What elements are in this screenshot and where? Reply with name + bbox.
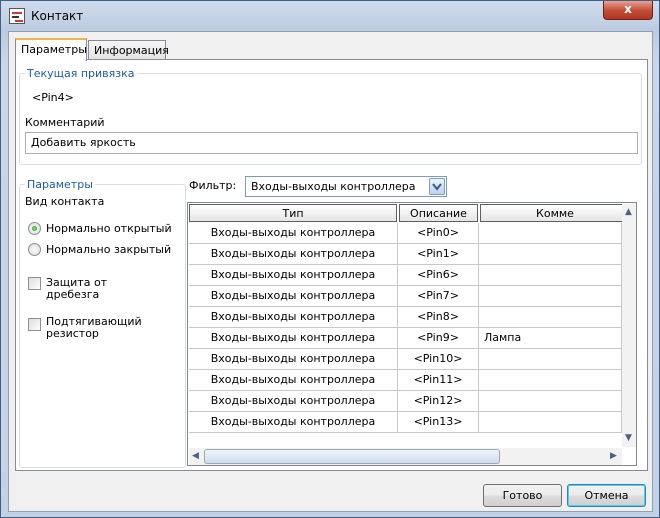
cell-type[interactable]: Входы-выходы контроллера [189, 265, 398, 286]
cell-comment[interactable]: Лампа [479, 328, 622, 349]
cell-type[interactable]: Входы-выходы контроллера [189, 307, 398, 328]
dialog-body: Параметры Информация Текущая привязка <P… [8, 31, 653, 512]
cell-description[interactable]: <Pin6> [398, 265, 479, 286]
contact-type-label: Вид контакта [25, 195, 105, 208]
parameters-group-title: Параметры [25, 178, 95, 191]
scroll-right-arrow-icon[interactable]: ▶ [610, 452, 617, 461]
column-header-comment[interactable]: Комме [480, 204, 630, 222]
comment-label: Комментарий [25, 116, 105, 129]
cancel-button[interactable]: Отмена [567, 484, 646, 507]
pins-table[interactable]: Тип Описание Комме Входы-выходы контролл… [187, 202, 637, 466]
normally-closed-radio[interactable] [28, 243, 41, 256]
table-row[interactable]: Входы-выходы контроллера <Pin7> [189, 286, 622, 307]
dropdown-button[interactable] [429, 178, 445, 195]
cell-comment[interactable] [479, 412, 622, 433]
cell-comment[interactable] [479, 265, 622, 286]
normally-open-label[interactable]: Нормально открытый [46, 223, 172, 235]
normally-closed-label[interactable]: Нормально закрытый [46, 244, 171, 256]
tab-information[interactable]: Информация [88, 40, 169, 61]
cell-type[interactable]: Входы-выходы контроллера [189, 286, 398, 307]
chevron-down-icon [432, 183, 442, 191]
cell-comment[interactable] [479, 244, 622, 265]
column-header-type[interactable]: Тип [189, 204, 397, 222]
cell-description[interactable]: <Pin13> [398, 412, 479, 433]
ok-button[interactable]: Готово [483, 484, 562, 507]
filter-value: Входы-выходы контроллера [251, 180, 416, 193]
cell-type[interactable]: Входы-выходы контроллера [189, 349, 398, 370]
cell-type[interactable]: Входы-выходы контроллера [189, 244, 398, 265]
debounce-label-line2[interactable]: дребезга [46, 289, 99, 301]
cell-description[interactable]: <Pin0> [398, 223, 479, 244]
table-row[interactable]: Входы-выходы контроллера <Pin10> [189, 349, 622, 370]
cell-comment[interactable] [479, 223, 622, 244]
filter-dropdown[interactable]: Входы-выходы контроллера [245, 176, 447, 197]
table-row[interactable]: Входы-выходы контроллера <Pin0> [189, 223, 622, 244]
horizontal-scrollbar[interactable]: ◀ ▶ [189, 448, 622, 465]
cell-description[interactable]: <Pin11> [398, 370, 479, 391]
cell-comment[interactable] [479, 286, 622, 307]
cell-comment[interactable] [479, 391, 622, 412]
app-icon [9, 8, 25, 24]
cell-description[interactable]: <Pin7> [398, 286, 479, 307]
scroll-thumb[interactable] [204, 449, 500, 464]
cell-description[interactable]: <Pin10> [398, 349, 479, 370]
close-button[interactable]: x [603, 1, 653, 20]
dialog-window: Контакт x Параметры Информация Текущая п… [0, 0, 660, 518]
cell-type[interactable]: Входы-выходы контроллера [189, 223, 398, 244]
filter-label: Фильтр: [189, 179, 237, 192]
cell-type[interactable]: Входы-выходы контроллера [189, 328, 398, 349]
cell-comment[interactable] [479, 370, 622, 391]
table-row[interactable]: Входы-выходы контроллера <Pin9> Лампа [189, 328, 622, 349]
debounce-checkbox[interactable] [28, 277, 41, 290]
binding-value: <Pin4> [32, 91, 74, 104]
comment-input[interactable]: Добавить яркость [25, 132, 638, 154]
radio-selected-dot [32, 226, 37, 231]
pullup-checkbox[interactable] [28, 318, 41, 331]
cell-comment[interactable] [479, 349, 622, 370]
window-title: Контакт [31, 9, 84, 23]
table-row[interactable]: Входы-выходы контроллера <Pin11> [189, 370, 622, 391]
table-row[interactable]: Входы-выходы контроллера <Pin6> [189, 265, 622, 286]
cell-type[interactable]: Входы-выходы контроллера [189, 370, 398, 391]
cell-description[interactable]: <Pin8> [398, 307, 479, 328]
table-row[interactable]: Входы-выходы контроллера <Pin13> [189, 412, 622, 433]
vertical-scrollbar[interactable]: ▲ ▼ [622, 204, 636, 447]
table-row[interactable]: Входы-выходы контроллера <Pin1> [189, 244, 622, 265]
scroll-down-arrow-icon[interactable]: ▼ [625, 434, 632, 443]
cell-description[interactable]: <Pin1> [398, 244, 479, 265]
tab-parameters[interactable]: Параметры [15, 38, 87, 61]
title-bar[interactable]: Контакт x [1, 1, 659, 31]
cell-description[interactable]: <Pin12> [398, 391, 479, 412]
normally-open-radio[interactable] [28, 222, 41, 235]
cell-type[interactable]: Входы-выходы контроллера [189, 412, 398, 433]
table-row[interactable]: Входы-выходы контроллера <Pin8> [189, 307, 622, 328]
scroll-up-arrow-icon[interactable]: ▲ [625, 208, 632, 217]
scroll-left-arrow-icon[interactable]: ◀ [192, 452, 199, 461]
pullup-label-line2[interactable]: резистор [46, 328, 99, 340]
table-row[interactable]: Входы-выходы контроллера <Pin12> [189, 391, 622, 412]
cell-description[interactable]: <Pin9> [398, 328, 479, 349]
cell-type[interactable]: Входы-выходы контроллера [189, 391, 398, 412]
column-header-description[interactable]: Описание [399, 204, 478, 222]
binding-group-title: Текущая привязка [25, 67, 137, 80]
cell-comment[interactable] [479, 307, 622, 328]
